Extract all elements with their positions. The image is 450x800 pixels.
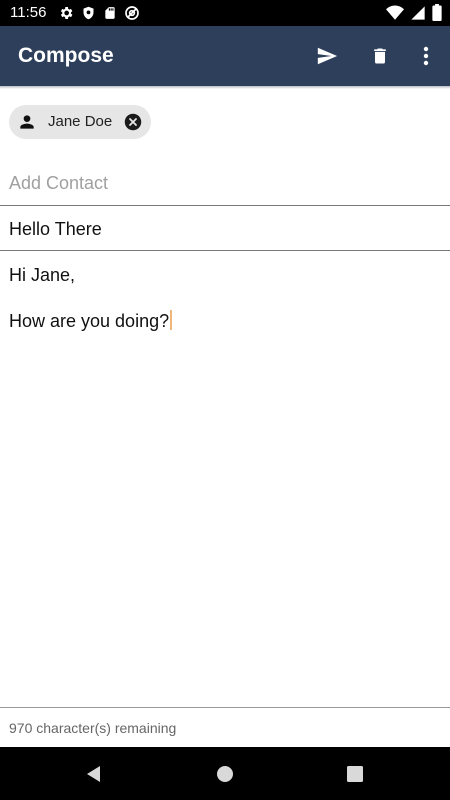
subject-text: Hello There <box>9 219 102 239</box>
add-contact-input[interactable] <box>0 162 450 206</box>
recipient-chip[interactable]: Jane Doe <box>9 105 151 139</box>
recipient-name: Jane Doe <box>48 113 113 130</box>
signal-icon <box>411 5 425 20</box>
app-bar: Compose <box>0 26 450 86</box>
text-cursor <box>170 310 173 330</box>
send-button[interactable] <box>313 42 341 70</box>
more-vert-icon <box>423 46 429 66</box>
message-line: Hi Jane, <box>9 265 76 285</box>
at-sign-icon <box>125 6 139 20</box>
message-body-field[interactable]: Hi Jane, How are you doing? <box>0 251 450 707</box>
send-icon <box>317 47 338 65</box>
character-counter-bar: 970 character(s) remaining <box>0 707 450 747</box>
character-counter: 970 character(s) remaining <box>9 720 177 736</box>
page-title: Compose <box>18 44 114 67</box>
status-icons-left <box>58 5 140 21</box>
app-bar-shadow <box>0 86 450 89</box>
message-line: How are you doing? <box>9 309 441 333</box>
compose-screen: 11:56 Compose Jane Doe Add Contact Hello… <box>0 0 450 800</box>
status-bar: 11:56 <box>0 0 450 26</box>
person-icon <box>20 115 34 129</box>
shield-icon <box>83 6 94 20</box>
delete-icon <box>374 48 386 64</box>
sd-card-icon <box>105 7 115 19</box>
system-nav-bar <box>0 747 450 800</box>
recents-icon[interactable] <box>345 764 365 784</box>
wifi-icon <box>386 5 404 20</box>
message-line-text: How are you doing? <box>9 311 170 331</box>
more-options-button[interactable] <box>412 42 440 70</box>
gear-icon <box>60 7 73 19</box>
close-icon[interactable] <box>124 113 142 131</box>
battery-icon <box>432 4 442 21</box>
delete-button[interactable] <box>366 42 394 70</box>
status-time: 11:56 <box>10 4 47 21</box>
subject-field[interactable]: Hello There <box>0 206 450 251</box>
back-icon[interactable] <box>84 764 104 784</box>
home-icon[interactable] <box>215 764 235 784</box>
status-icons-right <box>386 4 442 21</box>
